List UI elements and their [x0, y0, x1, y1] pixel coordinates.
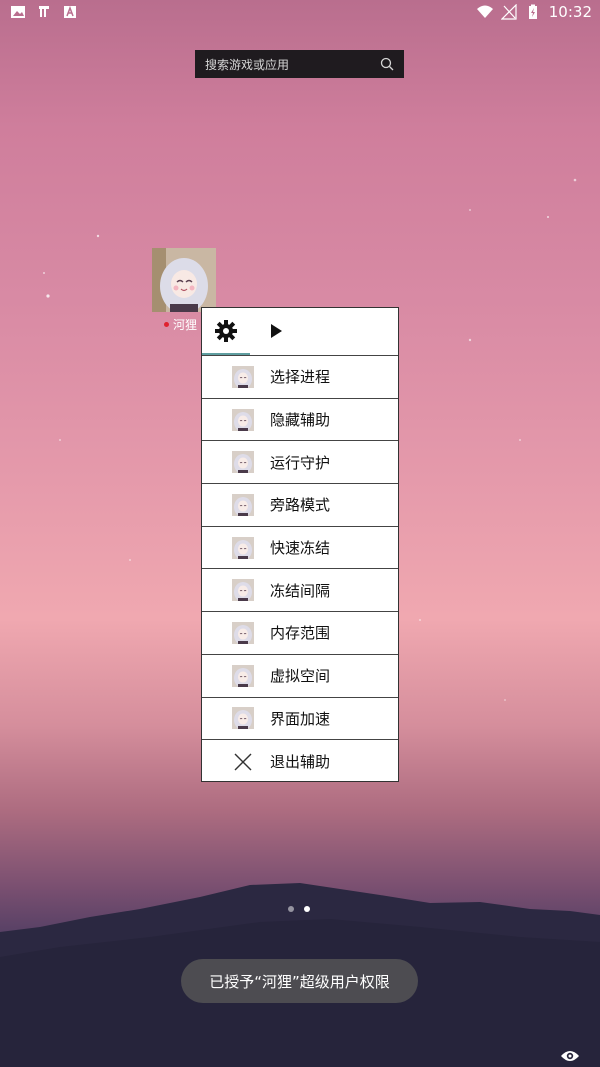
search-icon[interactable]: [380, 57, 394, 71]
menu-item[interactable]: 旁路模式: [202, 484, 398, 527]
page-dot-2-active[interactable]: [304, 906, 310, 912]
menu-item-label: 内存范围: [270, 624, 331, 643]
search-bar[interactable]: 搜索游戏或应用: [195, 50, 404, 78]
menu-item-label: 选择进程: [270, 368, 331, 387]
no-signal-icon: [500, 4, 517, 20]
app-icon-beaver[interactable]: 河狸: [152, 248, 216, 332]
avatar-icon: [232, 493, 254, 516]
search-placeholder: 搜索游戏或应用: [205, 57, 290, 72]
status-time: 10:32: [548, 3, 592, 21]
app-label: 河狸: [164, 316, 197, 333]
avatar-icon: [232, 579, 254, 602]
a-badge-icon: [64, 5, 76, 18]
avatar-icon: [232, 621, 254, 644]
menu-item[interactable]: 虚拟空间: [202, 655, 398, 698]
menu-item-label: 冻结间隔: [270, 581, 331, 600]
status-bar: 10:32: [0, 0, 600, 26]
tab-selected-indicator: [202, 353, 250, 355]
menu-item-label: 隐藏辅助: [270, 411, 331, 430]
menu-item-list: 选择进程 隐藏辅助 运行守护 旁路模式 快速冻结 冻结间隔 内存范围 虚拟空间 …: [202, 356, 398, 783]
page-indicator: [288, 906, 310, 912]
menu-item-label: 快速冻结: [270, 539, 331, 558]
menu-item[interactable]: 运行守护: [202, 441, 398, 485]
gear-icon: [215, 320, 237, 342]
app-notification-icon: [39, 6, 49, 17]
battery-charging-icon: [528, 4, 537, 19]
app-label-text: 河狸: [173, 318, 198, 332]
menu-item[interactable]: 界面加速: [202, 698, 398, 741]
toast-message: 已授予“河狸”超级用户权限: [181, 959, 418, 1003]
avatar-icon: [232, 707, 254, 730]
menu-item-label: 界面加速: [270, 709, 331, 728]
page-dot-1[interactable]: [288, 906, 294, 912]
wifi-icon: [476, 5, 493, 18]
avatar-icon: [232, 664, 254, 687]
image-icon: [11, 6, 25, 18]
menu-item-label: 虚拟空间: [270, 667, 331, 686]
menu-item-label: 旁路模式: [270, 496, 331, 515]
toast-text: 已授予“河狸”超级用户权限: [209, 972, 390, 991]
menu-item[interactable]: 隐藏辅助: [202, 399, 398, 442]
menu-item[interactable]: 退出辅助: [202, 740, 398, 783]
play-icon: [271, 324, 282, 338]
avatar-icon: [232, 536, 254, 559]
menu-item[interactable]: 选择进程: [202, 356, 398, 399]
status-bar-left: [10, 4, 78, 20]
eye-icon[interactable]: [560, 1049, 580, 1063]
avatar-icon: [232, 408, 254, 431]
avatar-icon: [232, 365, 254, 388]
anime-avatar-icon: [152, 248, 216, 312]
menu-item[interactable]: 内存范围: [202, 612, 398, 655]
menu-item-label: 运行守护: [270, 453, 331, 472]
new-badge-dot: [164, 322, 169, 327]
tab-play[interactable]: [258, 308, 294, 354]
menu-tab-bar: [202, 308, 398, 356]
floating-menu: 选择进程 隐藏辅助 运行守护 旁路模式 快速冻结 冻结间隔 内存范围 虚拟空间 …: [201, 307, 399, 782]
menu-item-label: 退出辅助: [270, 753, 331, 772]
avatar-icon: [232, 451, 254, 474]
menu-item[interactable]: 冻结间隔: [202, 569, 398, 613]
status-bar-right: 10:32: [476, 3, 592, 21]
close-icon: [234, 753, 252, 771]
tab-settings[interactable]: [202, 308, 250, 355]
menu-item[interactable]: 快速冻结: [202, 527, 398, 570]
